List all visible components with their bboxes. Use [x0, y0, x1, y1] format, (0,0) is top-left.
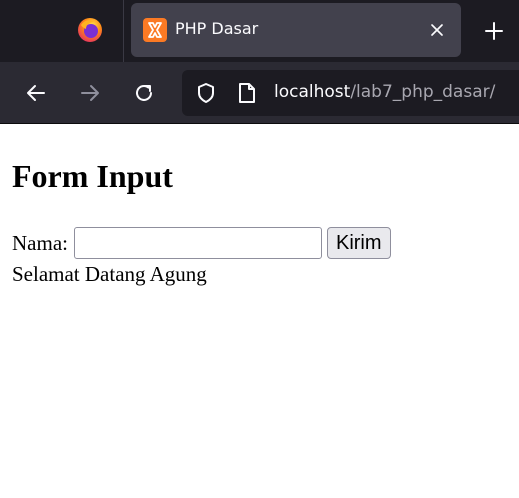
name-form: Nama: Kirim — [12, 226, 391, 260]
plus-icon[interactable] — [482, 19, 506, 43]
firefox-icon[interactable] — [76, 16, 104, 44]
url-host: localhost — [274, 82, 351, 102]
forward-arrow-icon[interactable] — [78, 81, 102, 105]
url-text[interactable]: localhost/lab7_php_dasar/ — [274, 82, 495, 102]
back-arrow-icon[interactable] — [24, 81, 48, 105]
url-bar[interactable]: localhost/lab7_php_dasar/ — [182, 70, 519, 116]
close-icon[interactable] — [427, 20, 447, 40]
tab-bar: PHP Dasar — [0, 0, 519, 62]
tab-title: PHP Dasar — [175, 19, 259, 38]
url-path: /lab7_php_dasar/ — [350, 82, 496, 102]
page-content: Form Input Nama: Kirim Selamat Datang Ag… — [0, 124, 519, 498]
shield-icon[interactable] — [194, 81, 218, 105]
name-label: Nama: — [12, 230, 68, 255]
name-input[interactable] — [73, 227, 322, 259]
reload-icon[interactable] — [132, 81, 156, 105]
navigation-bar: localhost/lab7_php_dasar/ — [0, 62, 519, 124]
tab-active[interactable]: PHP Dasar — [131, 3, 461, 57]
xampp-icon — [143, 18, 167, 42]
page-icon[interactable] — [236, 81, 258, 105]
page-title: Form Input — [12, 158, 173, 194]
greeting-text: Selamat Datang Agung — [12, 262, 207, 286]
tab-separator — [123, 0, 124, 62]
submit-button[interactable]: Kirim — [326, 227, 391, 259]
